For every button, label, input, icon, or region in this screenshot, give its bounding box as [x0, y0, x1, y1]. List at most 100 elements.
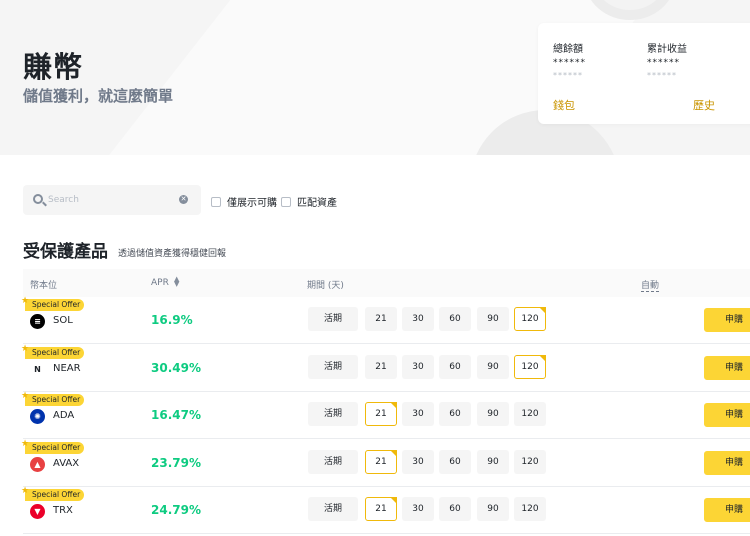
badge-label: Special Offer — [32, 395, 81, 404]
period-21-option[interactable]: 21 — [365, 449, 397, 474]
period-120-option[interactable]: 120 — [514, 497, 546, 521]
apr-value: 16.47% — [151, 408, 201, 422]
coin-name: ADA — [53, 410, 75, 421]
table-row: ★ Special Offer ≡ SOL 16.9% 活期 21 30 60 90 120 申購 — [21, 296, 750, 344]
total-balance-fiat: ****** — [553, 71, 583, 80]
section-title: 受保護產品 — [23, 242, 108, 262]
subscribe-button[interactable]: 申購 — [704, 355, 750, 380]
total-balance-value: ****** — [553, 58, 586, 68]
subscribe-button[interactable]: 申購 — [704, 403, 750, 427]
column-header-apr[interactable]: APR — [151, 278, 169, 288]
star-icon: ★ — [21, 438, 30, 449]
match-assets-label: 匹配資產 — [297, 198, 337, 209]
apr-value: 24.79% — [151, 503, 201, 517]
avax-coin-icon: ▲ — [30, 456, 45, 472]
apr-value: 23.79% — [151, 455, 201, 470]
period-30-option[interactable]: 30 — [402, 449, 434, 474]
coin-name: AVAX — [53, 457, 80, 469]
special-offer-badge: ★ Special Offer — [21, 439, 85, 454]
period-90-option[interactable]: 90 — [477, 449, 509, 474]
checkbox-box[interactable] — [281, 196, 291, 207]
star-icon: ★ — [21, 486, 30, 496]
special-offer-badge: ★ Special Offer — [21, 296, 85, 311]
period-flexible-option[interactable]: 活期 — [308, 449, 358, 474]
cumulative-earnings-label: 累計收益 — [647, 44, 687, 55]
close-icon[interactable]: ✕ — [179, 195, 188, 204]
page-title: 賺幣 — [23, 50, 84, 84]
period-flexible-option[interactable]: 活期 — [308, 402, 358, 426]
subscribe-button[interactable]: 申購 — [704, 450, 750, 475]
period-90-option[interactable]: 90 — [477, 402, 509, 426]
star-icon: ★ — [21, 296, 30, 306]
period-60-option[interactable]: 60 — [439, 497, 471, 521]
subscribe-button[interactable]: 申購 — [704, 308, 750, 332]
sol-coin-icon: ≡ — [30, 314, 45, 329]
period-30-option[interactable]: 30 — [402, 354, 434, 379]
period-60-option[interactable]: 60 — [439, 354, 471, 379]
period-90-option[interactable]: 90 — [477, 354, 509, 379]
near-coin-icon: N — [30, 361, 45, 377]
period-60-option[interactable]: 60 — [439, 307, 471, 331]
period-21-option[interactable]: 21 — [365, 402, 397, 426]
cumulative-earnings-value: ****** — [647, 58, 680, 68]
period-21-option[interactable]: 21 — [365, 354, 397, 379]
search-box: ✕ — [23, 185, 201, 215]
period-120-option[interactable]: 120 — [514, 354, 546, 379]
search-input[interactable] — [48, 191, 178, 209]
column-header-period: 期間 (天) — [307, 281, 344, 291]
special-offer-badge: ★ Special Offer — [21, 344, 85, 359]
period-90-option[interactable]: 90 — [477, 307, 509, 331]
page-subtitle: 儲值獲利，就這麼簡單 — [23, 87, 174, 105]
badge-label: Special Offer — [32, 490, 81, 499]
search-icon — [33, 194, 43, 204]
subscribe-button[interactable]: 申購 — [704, 498, 750, 522]
show-available-label: 僅展示可購 — [227, 198, 277, 209]
balance-card: 總餘額 ****** ****** 累計收益 ****** ****** 錢包 … — [538, 23, 750, 124]
column-header-auto: 自動 — [641, 278, 660, 292]
table-row: ★ Special Offer ▼ TRX 24.79% 活期 21 30 60 90 120 申購 — [21, 486, 750, 534]
apr-value: 16.9% — [151, 313, 193, 327]
period-21-option[interactable]: 21 — [365, 497, 397, 521]
cumulative-earnings: 累計收益 ****** ****** — [647, 40, 687, 80]
period-30-option[interactable]: 30 — [402, 497, 434, 521]
star-icon: ★ — [21, 391, 30, 401]
period-30-option[interactable]: 30 — [402, 402, 434, 426]
wallet-link[interactable]: 錢包 — [553, 97, 575, 113]
period-60-option[interactable]: 60 — [439, 449, 471, 474]
coin-name: SOL — [53, 315, 73, 326]
checkbox-box[interactable] — [211, 196, 221, 207]
table-row: ★ Special Offer ✺ ADA 16.47% 活期 21 30 60 90 120 申購 — [21, 391, 750, 439]
period-90-option[interactable]: 90 — [477, 497, 509, 521]
star-icon: ★ — [21, 343, 30, 354]
badge-label: Special Offer — [32, 347, 81, 357]
total-balance: 總餘額 ****** ****** — [553, 40, 586, 80]
hero-banner: 賺幣 儲值獲利，就這麼簡單 總餘額 ****** ****** 累計收益 ***… — [0, 0, 750, 155]
badge-label: Special Offer — [32, 300, 81, 309]
period-120-option[interactable]: 120 — [514, 402, 546, 426]
total-balance-label: 總餘額 — [553, 44, 583, 55]
special-offer-badge: ★ Special Offer — [21, 486, 85, 501]
period-21-option[interactable]: 21 — [365, 307, 397, 331]
show-available-checkbox[interactable]: 僅展示可購 — [211, 194, 277, 209]
coin-name: TRX — [53, 505, 73, 516]
table-row: ★ Special Offer ▲ AVAX 23.79% 活期 21 30 60 90 120 申購 — [21, 439, 750, 487]
period-120-option[interactable]: 120 — [514, 449, 546, 474]
sort-icon[interactable]: ▲ ▼ — [174, 276, 179, 288]
ada-coin-icon: ✺ — [30, 409, 45, 424]
period-120-option[interactable]: 120 — [514, 307, 546, 331]
match-assets-checkbox[interactable]: 匹配資產 — [281, 194, 337, 209]
coin-name: NEAR — [53, 362, 81, 374]
table-header: 幣本位 APR ▲ ▼ 期間 (天) 自動 — [23, 269, 750, 297]
period-flexible-option[interactable]: 活期 — [308, 497, 358, 521]
period-flexible-option[interactable]: 活期 — [308, 307, 358, 331]
column-header-coin: 幣本位 — [30, 281, 58, 291]
badge-label: Special Offer — [32, 442, 81, 452]
period-flexible-option[interactable]: 活期 — [308, 354, 358, 379]
table-row: ★ Special Offer N NEAR 30.49% 活期 21 30 60 90 120 申購 — [21, 344, 750, 392]
period-60-option[interactable]: 60 — [439, 402, 471, 426]
apr-value: 30.49% — [151, 360, 201, 375]
trx-coin-icon: ▼ — [30, 504, 45, 519]
history-link[interactable]: 歷史 — [693, 97, 715, 113]
period-30-option[interactable]: 30 — [402, 307, 434, 331]
cumulative-earnings-fiat: ****** — [647, 71, 677, 80]
